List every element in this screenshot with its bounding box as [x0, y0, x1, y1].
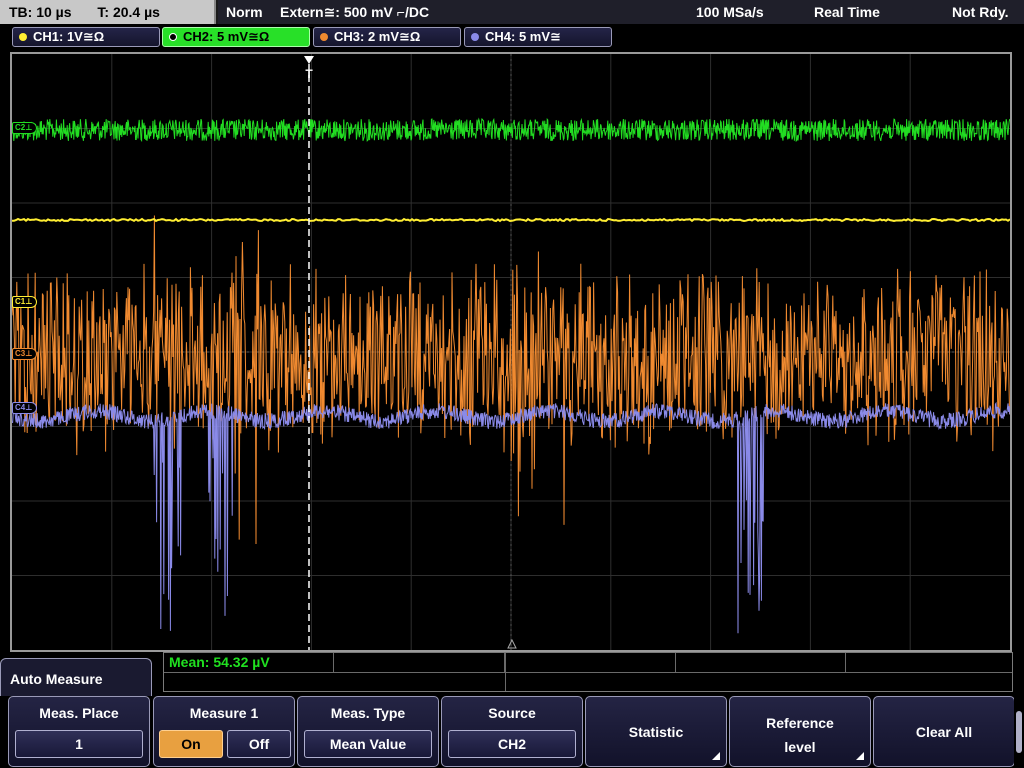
meas-place-title: Meas. Place — [39, 705, 119, 721]
submenu-corner-icon — [712, 752, 720, 760]
waveform-canvas: T — [12, 54, 1010, 650]
menu-scroll-indicator[interactable] — [1014, 696, 1024, 768]
measure-title: Measure 1 — [189, 705, 259, 721]
timebase-value: TB: 10 µs — [9, 4, 72, 20]
measurement-cell-4 — [676, 653, 846, 673]
waveform-display[interactable]: T C2⊥ C1⊥ C3⊥ C4⊥ — [10, 52, 1012, 652]
trigger-mode[interactable]: Norm — [226, 0, 263, 24]
measurement-result-table: Mean: 54.32 µV — [163, 652, 1013, 692]
run-state: Not Rdy. — [952, 4, 1009, 20]
channel-4-label: CH4: 5 mV≅ — [485, 29, 561, 44]
trigger-time-value: T: 20.4 µs — [97, 4, 160, 20]
measure-on-toggle[interactable]: On — [159, 730, 223, 758]
channel-1-button[interactable]: CH1: 1V≅Ω — [12, 27, 160, 47]
measure-softkey[interactable]: Measure 1 On Off — [153, 696, 295, 767]
measurement-cell-5 — [846, 653, 1012, 673]
measurement-cell-2 — [334, 653, 505, 673]
channel-1-color-icon — [19, 33, 27, 41]
source-value[interactable]: CH2 — [448, 730, 576, 758]
meas-type-value[interactable]: Mean Value — [304, 730, 432, 758]
statistic-label: Statistic — [628, 724, 684, 740]
measurement-cell-1[interactable]: Mean: 54.32 µV — [164, 653, 334, 673]
trigger-source[interactable]: Extern≅: 500 mV ⌐/DC — [280, 0, 429, 24]
menu-title-tab: Auto Measure — [0, 658, 152, 698]
divider — [505, 653, 506, 691]
meas-place-value[interactable]: 1 — [15, 730, 143, 758]
trigger-arrow-icon[interactable] — [304, 56, 314, 64]
status-bar: TB: 10 µs T: 20.4 µs Norm Extern≅: 500 m… — [0, 0, 1024, 24]
submenu-corner-icon — [856, 752, 864, 760]
channel-2-color-icon — [169, 33, 177, 41]
measure-off-toggle[interactable]: Off — [227, 730, 291, 758]
meas-type-softkey[interactable]: Meas. Type Mean Value — [297, 696, 439, 767]
channel-3-button[interactable]: CH3: 2 mV≅Ω — [313, 27, 461, 47]
timebase-box[interactable]: TB: 10 µs T: 20.4 µs — [0, 0, 216, 24]
channel-1-offset-marker[interactable]: C1⊥ — [12, 296, 37, 308]
acquisition-mode[interactable]: Real Time — [814, 0, 880, 24]
source-softkey[interactable]: Source CH2 — [441, 696, 583, 767]
clear-all-label: Clear All — [915, 724, 973, 740]
meas-type-title: Meas. Type — [330, 705, 406, 721]
reference-level-line2: level — [784, 739, 816, 755]
acquisition-status: Norm Extern≅: 500 mV ⌐/DC 100 MSa/s Real… — [218, 0, 1024, 24]
clear-all-softkey[interactable]: Clear All — [873, 696, 1015, 767]
softkey-bar: Meas. Place 1 Measure 1 On Off Meas. Typ… — [0, 696, 1024, 768]
reference-level-label: Reference level — [730, 711, 870, 759]
source-title: Source — [488, 705, 536, 721]
sample-rate: 100 MSa/s — [696, 4, 764, 20]
statistic-softkey[interactable]: Statistic — [585, 696, 727, 767]
channel-3-color-icon — [320, 33, 328, 41]
trigger-marker-label: T — [305, 67, 313, 81]
meas-place-softkey[interactable]: Meas. Place 1 — [8, 696, 150, 767]
measurement-cell-3 — [505, 653, 676, 673]
channel-3-label: CH3: 2 mV≅Ω — [334, 29, 421, 44]
mean-result: Mean: 54.32 µV — [169, 654, 270, 670]
reference-level-softkey[interactable]: Reference level — [729, 696, 871, 767]
channel-2-button[interactable]: CH2: 5 mV≅Ω — [162, 27, 310, 47]
channel-2-label: CH2: 5 mV≅Ω — [183, 29, 270, 44]
channel-3-offset-marker[interactable]: C3⊥ — [12, 348, 37, 360]
reference-level-line1: Reference — [766, 715, 834, 731]
channel-4-button[interactable]: CH4: 5 mV≅ — [464, 27, 612, 47]
channel-bar: CH1: 1V≅Ω CH2: 5 mV≅Ω CH3: 2 mV≅Ω CH4: 5… — [0, 24, 1024, 50]
channel-1-label: CH1: 1V≅Ω — [33, 29, 105, 44]
channel-4-offset-marker[interactable]: C4⊥ — [12, 402, 37, 414]
channel-4-color-icon — [471, 33, 479, 41]
channel-2-offset-marker[interactable]: C2⊥ — [12, 122, 37, 134]
horizontal-position-arrow-icon — [507, 638, 517, 649]
menu-scroll-thumb[interactable] — [1016, 711, 1022, 753]
